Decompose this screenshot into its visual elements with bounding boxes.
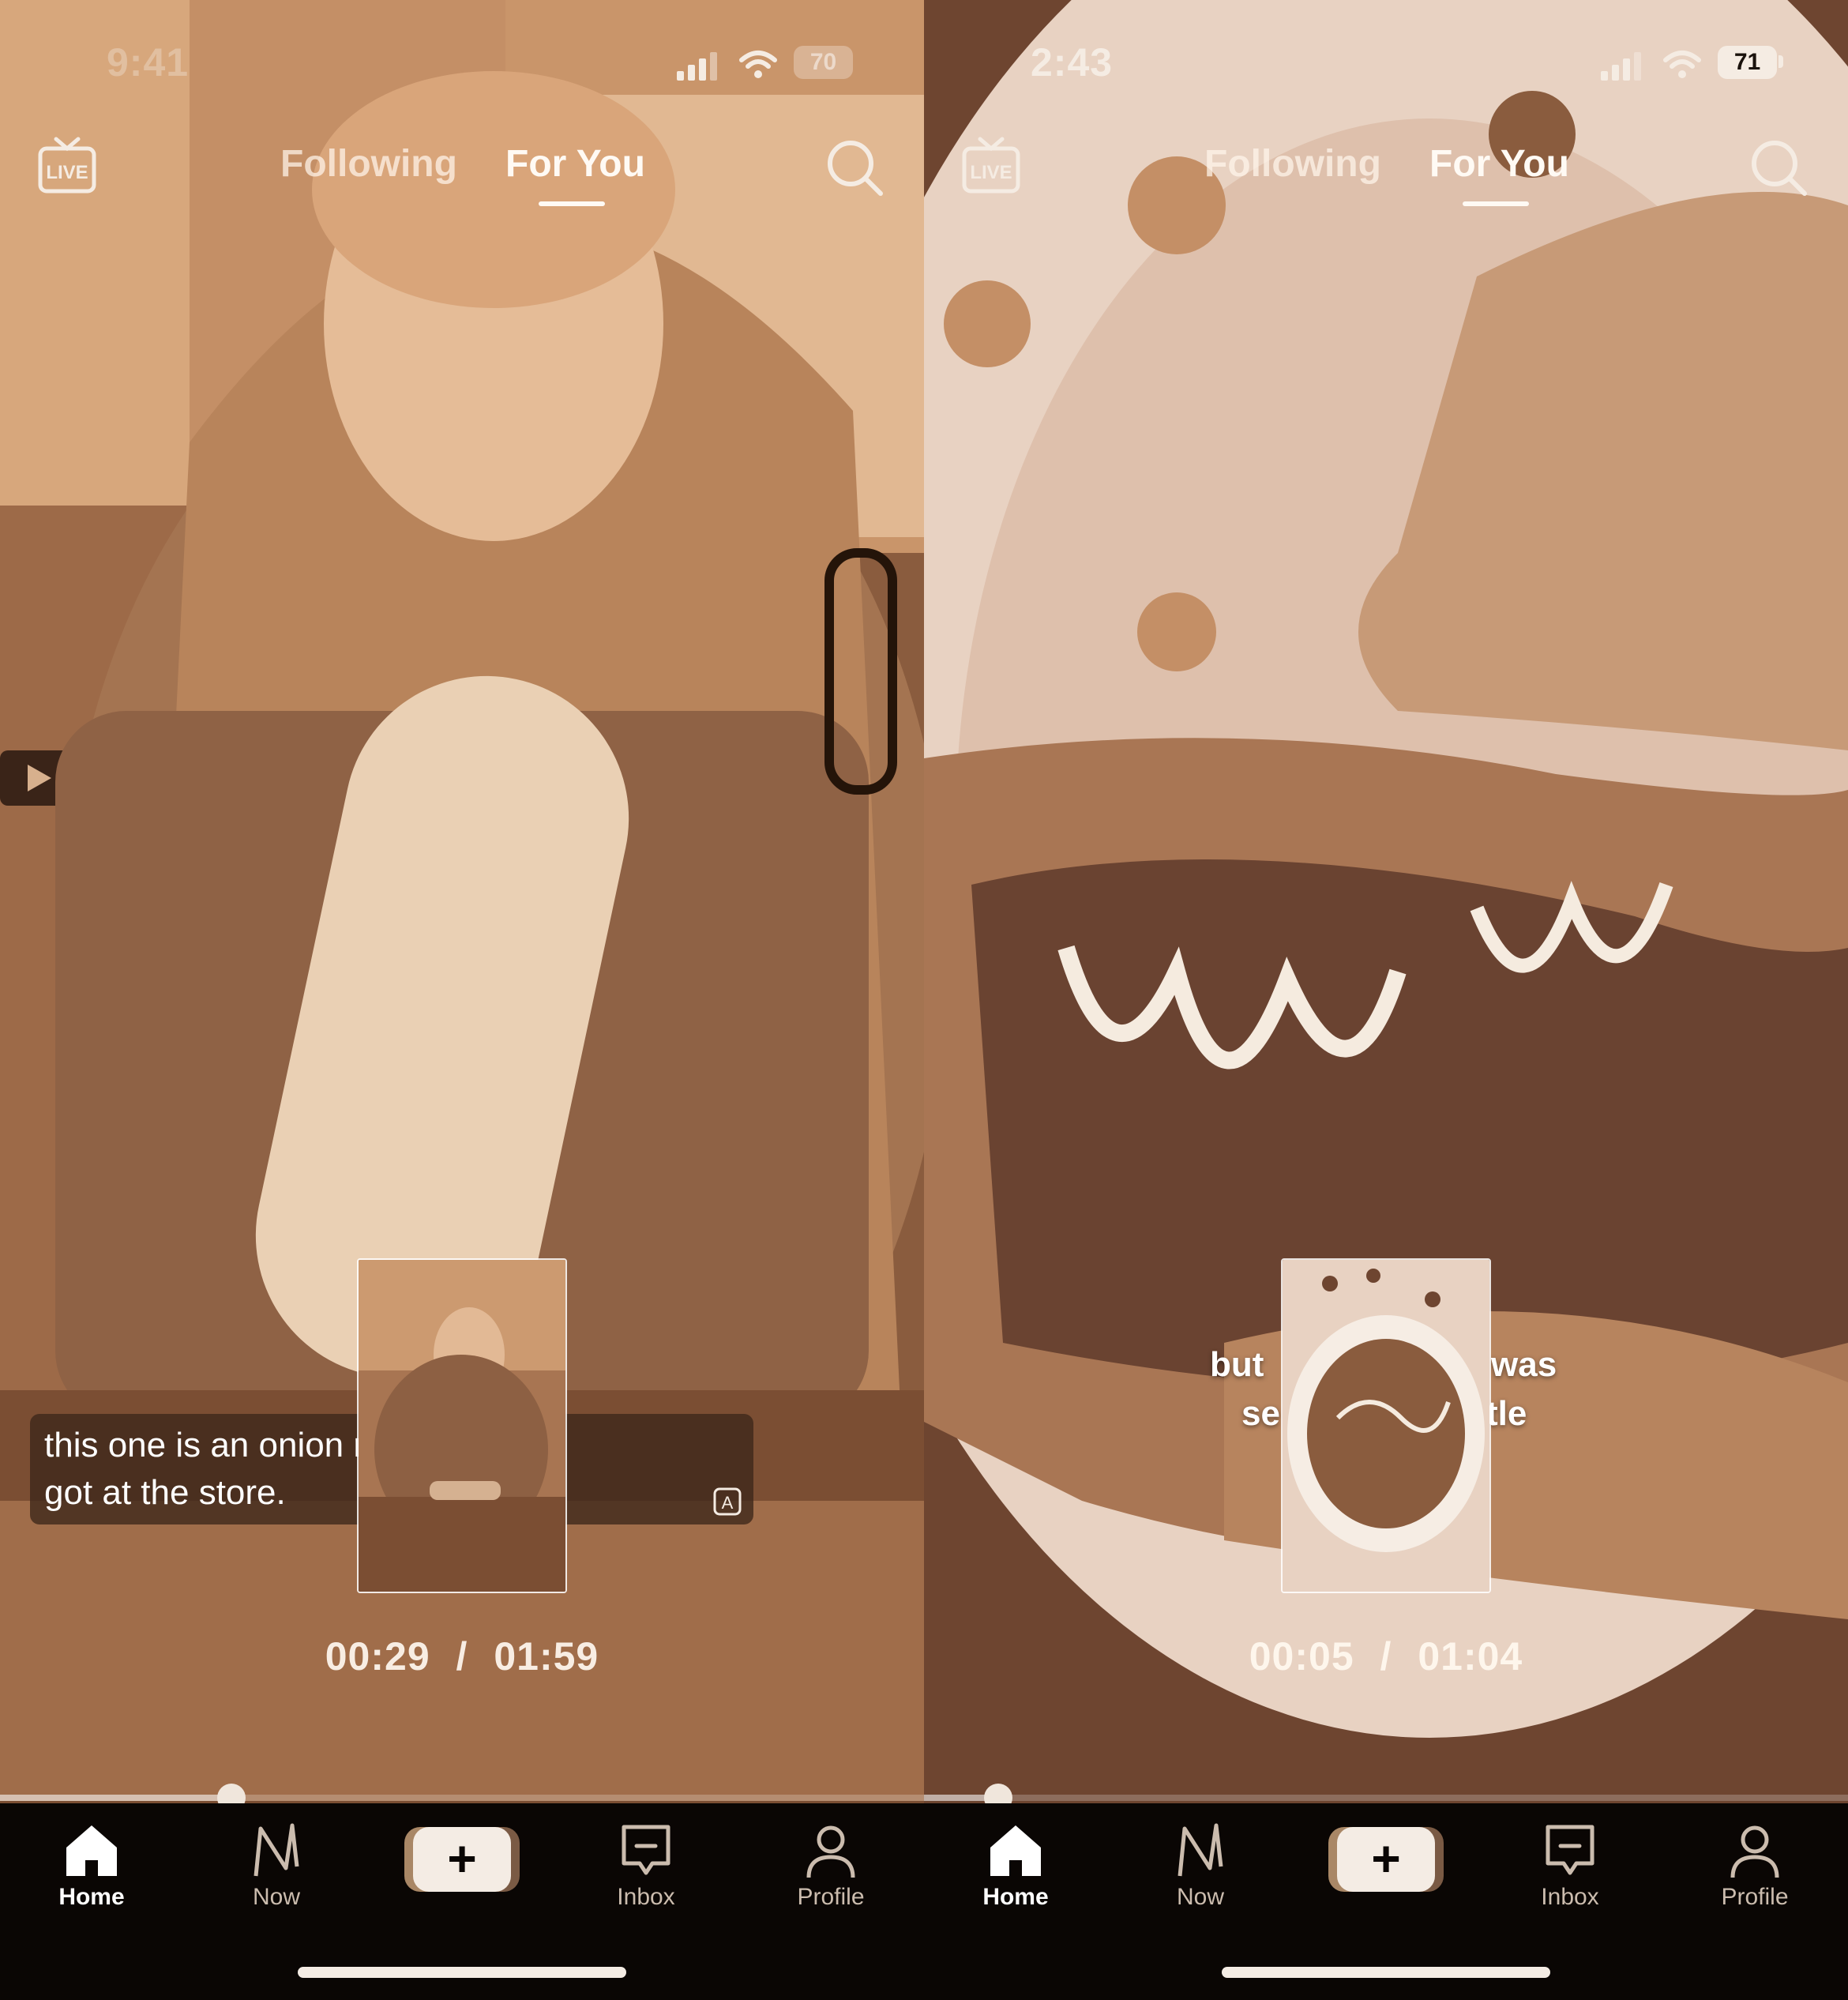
status-time: 2:43 [1031,40,1114,85]
caption-fragment: but [1210,1345,1264,1384]
nav-inbox-label: Inbox [617,1884,675,1910]
active-tab-indicator [539,201,605,206]
search-icon[interactable] [1749,138,1809,197]
nav-inbox[interactable]: Inbox [1507,1819,1633,1911]
battery-cap [1779,55,1783,68]
nav-home-label: Home [58,1884,125,1910]
plus-icon: + [1371,1830,1401,1887]
battery-indicator: 71 [1718,46,1777,79]
nav-home[interactable]: Home [28,1819,155,1911]
screen-right: 2:43 71 LIVE Following For You but was s… [924,0,1848,2000]
live-icon[interactable]: LIVE [36,134,99,197]
nav-now[interactable]: Now [213,1819,340,1911]
nav-home[interactable]: Home [952,1819,1079,1911]
preview-frame [1283,1260,1489,1592]
caption-fragment: was [1491,1345,1557,1384]
nav-inbox[interactable]: Inbox [583,1819,709,1911]
tab-for-you[interactable]: For You [505,142,645,186]
status-time: 9:41 [107,40,190,85]
screenshot-stage: 9:41 70 LIVE Following For You this one … [0,0,1848,2000]
scrub-preview-thumbnail [1281,1258,1491,1593]
timecode-separator: / [1380,1634,1392,1679]
svg-text:A: A [722,1493,734,1513]
playback-timecode: 00:29 / 01:59 [0,1633,924,1679]
progress-fill [0,1795,231,1801]
status-bar: 2:43 71 [924,39,1848,87]
nav-profile[interactable]: Profile [768,1819,894,1911]
battery-indicator: 70 [794,46,853,79]
translate-icon[interactable]: A [712,1487,742,1517]
svg-text:LIVE: LIVE [970,162,1012,183]
live-icon[interactable]: LIVE [960,134,1023,197]
wifi-icon [739,51,777,78]
top-navigation: LIVE Following For You [0,134,924,221]
nav-inbox-label: Inbox [1541,1884,1599,1910]
caption-fragment: tle [1486,1394,1527,1433]
current-time: 00:05 [1249,1634,1354,1679]
playback-timecode: 00:05 / 01:04 [924,1633,1848,1679]
caption-fragment: se [1241,1394,1280,1433]
cellular-signal-icon [1601,52,1641,81]
status-bar: 9:41 70 [0,39,924,87]
top-navigation: LIVE Following For You [924,134,1848,221]
total-time: 01:04 [1418,1634,1523,1679]
profile-icon [1730,1825,1779,1878]
nav-home-label: Home [982,1884,1049,1910]
inbox-icon [1546,1825,1594,1875]
home-icon [66,1825,117,1876]
now-icon [254,1823,299,1877]
tab-for-you[interactable]: For You [1429,142,1569,186]
home-indicator [298,1967,626,1978]
nav-profile-label: Profile [797,1884,865,1910]
timecode-separator: / [456,1634,468,1679]
nav-now-label: Now [1176,1884,1224,1910]
total-time: 01:59 [494,1634,599,1679]
create-button[interactable]: + [404,1827,520,1892]
home-icon [990,1825,1041,1876]
current-time: 00:29 [325,1634,430,1679]
wifi-icon [1663,51,1701,78]
preview-frame [359,1260,565,1592]
bottom-navigation: Home Now + Inbox Profile [0,1803,924,2000]
nav-now[interactable]: Now [1137,1819,1264,1911]
screen-left: 9:41 70 LIVE Following For You this one … [0,0,924,2000]
tab-following[interactable]: Following [1204,142,1381,186]
create-button[interactable]: + [1328,1827,1444,1892]
home-indicator [1222,1967,1550,1978]
nav-profile[interactable]: Profile [1692,1819,1818,1911]
nav-profile-label: Profile [1721,1884,1789,1910]
nav-now-label: Now [252,1884,300,1910]
tab-following[interactable]: Following [280,142,457,186]
plus-icon: + [447,1830,477,1887]
search-icon[interactable] [825,138,885,197]
video-progress-bar[interactable] [0,1784,924,1812]
inbox-icon [622,1825,670,1875]
now-icon [1178,1823,1223,1877]
active-tab-indicator [1463,201,1529,206]
scrub-preview-thumbnail [357,1258,567,1593]
profile-icon [806,1825,855,1878]
cellular-signal-icon [677,52,717,81]
svg-text:LIVE: LIVE [46,162,88,183]
video-progress-bar[interactable] [924,1784,1848,1812]
bottom-navigation: Home Now + Inbox Profile [924,1803,1848,2000]
